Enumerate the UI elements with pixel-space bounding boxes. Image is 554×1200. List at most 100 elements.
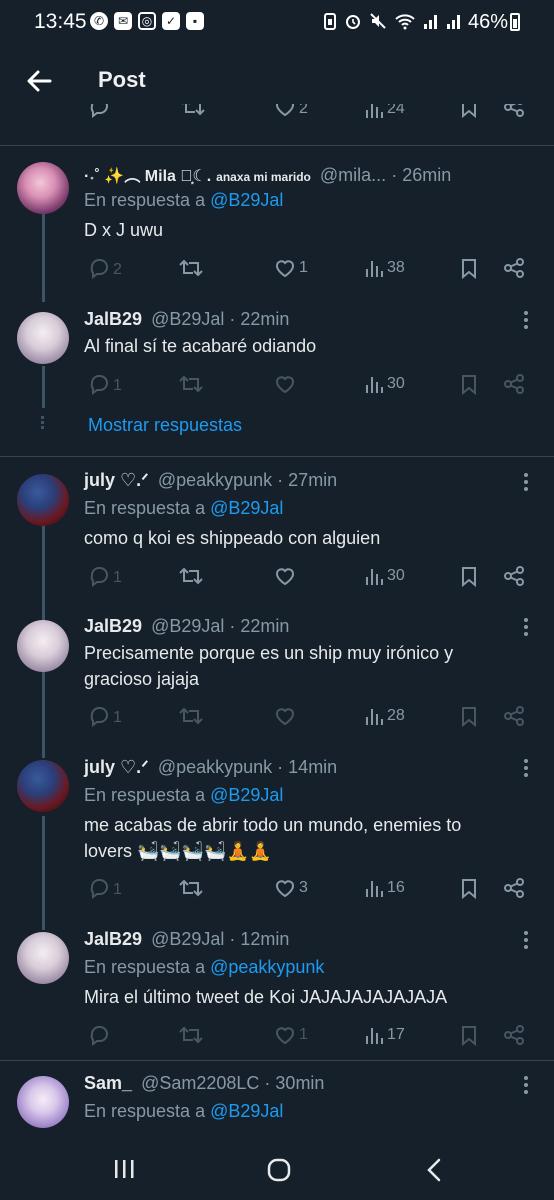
handle[interactable]: @peakkypunk xyxy=(158,470,272,490)
more-options-icon[interactable] xyxy=(522,1075,530,1095)
avatar[interactable] xyxy=(17,620,69,672)
reply-button[interactable]: 1 xyxy=(88,705,122,727)
avatar[interactable] xyxy=(17,162,69,214)
handle[interactable]: @B29Jal xyxy=(151,929,224,949)
avatar[interactable] xyxy=(17,474,69,526)
reply-button[interactable]: 2 xyxy=(88,257,122,279)
more-options-icon[interactable] xyxy=(522,758,530,778)
timestamp: · 30min xyxy=(264,1073,325,1093)
reply-button[interactable] xyxy=(88,104,110,118)
views-button[interactable]: 24 xyxy=(364,104,405,120)
share-button[interactable] xyxy=(503,877,525,899)
mention-link[interactable]: @B29Jal xyxy=(210,190,283,210)
tweet-text: me acabas de abrir todo un mundo, enemie… xyxy=(84,812,524,864)
views-button[interactable]: 28 xyxy=(364,705,405,727)
like-button[interactable] xyxy=(274,705,296,727)
handle[interactable]: @mila... xyxy=(320,165,386,185)
bookmark-button[interactable] xyxy=(459,257,479,279)
status-bar: 13:45 ✆ ✉ ◎ ✓ ▪ 46% xyxy=(0,0,554,46)
tweet-text-line: Precisamente porque es un ship muy iróni… xyxy=(84,643,454,663)
like-button[interactable] xyxy=(274,565,296,587)
handle[interactable]: @B29Jal xyxy=(151,309,224,329)
more-options-icon[interactable] xyxy=(522,930,530,950)
like-button[interactable] xyxy=(274,373,296,395)
avatar[interactable] xyxy=(17,312,69,364)
retweet-button[interactable] xyxy=(178,257,204,279)
reply-button[interactable]: 1 xyxy=(88,877,122,899)
share-button[interactable] xyxy=(503,257,525,279)
handle[interactable]: @peakkypunk xyxy=(158,757,272,777)
tweet-text: Precisamente porque es un ship muy iróni… xyxy=(84,640,524,692)
like-button[interactable]: 1 xyxy=(274,257,308,279)
display-name[interactable]: JalB29 xyxy=(84,309,142,329)
views-button[interactable]: 16 xyxy=(364,877,405,899)
like-button[interactable]: 3 xyxy=(274,877,308,899)
back-icon[interactable] xyxy=(424,1157,444,1183)
whatsapp-icon: ✆ xyxy=(90,12,108,30)
display-name[interactable]: ·˖˚ ✨︵ Mila ⋆͙☾. xyxy=(84,168,211,185)
view-count: 16 xyxy=(387,879,405,896)
mention-link[interactable]: @B29Jal xyxy=(210,498,283,518)
recent-apps-icon[interactable] xyxy=(112,1158,136,1180)
bookmark-button[interactable] xyxy=(459,373,479,395)
check-icon: ✓ xyxy=(162,12,180,30)
reply-button[interactable]: 1 xyxy=(88,373,122,395)
retweet-button[interactable] xyxy=(178,1024,204,1046)
like-button[interactable]: 1 xyxy=(274,1024,308,1046)
back-arrow-icon[interactable] xyxy=(24,66,54,96)
views-button[interactable]: 17 xyxy=(364,1024,405,1046)
battery-percentage: 46% xyxy=(467,11,508,33)
more-options-icon[interactable] xyxy=(522,310,530,330)
timestamp: · 22min xyxy=(229,309,290,329)
handle[interactable]: @Sam2208LC xyxy=(141,1073,259,1093)
views-button[interactable]: 30 xyxy=(364,373,405,395)
share-button[interactable] xyxy=(503,104,525,118)
bookmark-button[interactable] xyxy=(459,877,479,899)
bookmark-button[interactable] xyxy=(459,104,479,118)
retweet-button[interactable] xyxy=(178,565,204,587)
share-button[interactable] xyxy=(503,1024,525,1046)
avatar[interactable] xyxy=(17,760,69,812)
retweet-button[interactable] xyxy=(178,373,204,395)
retweet-button[interactable] xyxy=(178,705,204,727)
bookmark-button[interactable] xyxy=(459,705,479,727)
bookmark-button[interactable] xyxy=(459,1024,479,1046)
battery-icon xyxy=(510,13,520,31)
tweet-text: como q koi es shippeado con alguien xyxy=(84,528,381,548)
reply-button[interactable]: 1 xyxy=(88,565,122,587)
share-button[interactable] xyxy=(503,705,525,727)
display-name[interactable]: JalB29 xyxy=(84,616,142,636)
tweet-text: Al final sí te acabaré odiando xyxy=(84,336,317,356)
display-name[interactable]: Sam_ xyxy=(84,1073,132,1093)
show-replies-link[interactable]: Mostrar respuestas xyxy=(88,415,242,436)
mention-link[interactable]: @B29Jal xyxy=(210,1101,283,1121)
like-button[interactable]: 2 xyxy=(274,104,308,118)
share-button[interactable] xyxy=(503,373,525,395)
mention-link[interactable]: @peakkypunk xyxy=(210,957,324,977)
retweet-button[interactable] xyxy=(180,104,206,118)
display-name[interactable]: july ♡.ᐟ xyxy=(84,757,149,777)
page-title: Post xyxy=(98,67,146,92)
bookmark-button[interactable] xyxy=(459,565,479,587)
reply-context: En respuesta a @B29Jal xyxy=(84,498,283,519)
tweet-text: D x J uwu xyxy=(84,220,164,240)
views-button[interactable]: 30 xyxy=(364,565,405,587)
avatar[interactable] xyxy=(17,1076,69,1128)
avatar[interactable] xyxy=(17,932,69,984)
mail-icon: ✉ xyxy=(114,12,132,30)
views-button[interactable]: 38 xyxy=(364,257,405,279)
mention-link[interactable]: @B29Jal xyxy=(210,785,283,805)
reply-prefix: En respuesta a xyxy=(84,498,206,518)
share-button[interactable] xyxy=(503,565,525,587)
display-name[interactable]: july ♡.ᐟ xyxy=(84,470,149,490)
timestamp: · 12min xyxy=(229,929,290,949)
reply-button[interactable] xyxy=(88,1024,110,1046)
more-options-icon[interactable] xyxy=(522,472,530,492)
display-name[interactable]: JalB29 xyxy=(84,929,142,949)
handle[interactable]: @B29Jal xyxy=(151,616,224,636)
retweet-button[interactable] xyxy=(178,877,204,899)
like-count: 2 xyxy=(299,104,308,117)
more-options-icon[interactable] xyxy=(522,617,530,637)
home-icon[interactable] xyxy=(266,1157,292,1183)
tweet-header: july ♡.ᐟ @peakkypunk · 14min xyxy=(84,757,337,778)
